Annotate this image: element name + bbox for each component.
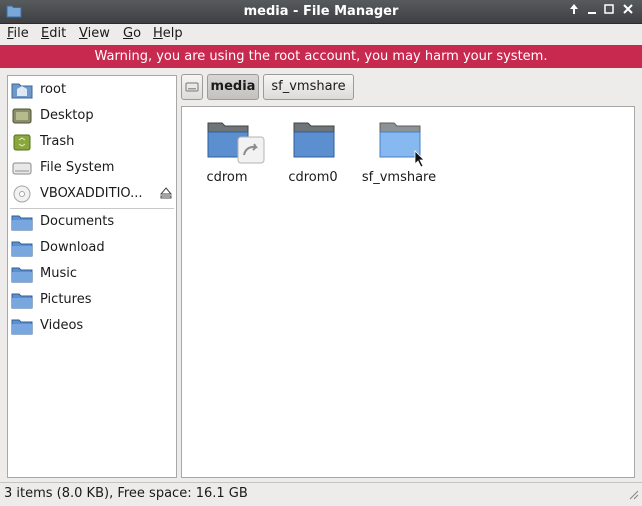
drive-icon xyxy=(11,159,33,181)
sidebar-item-vboxadditions[interactable]: VBOXADDITIO... xyxy=(8,181,176,207)
root-warning-banner: Warning, you are using the root account,… xyxy=(0,45,642,68)
drive-icon xyxy=(185,82,199,97)
menu-go[interactable]: Go xyxy=(123,26,141,41)
folder-icon xyxy=(11,291,33,313)
desktop-icon xyxy=(11,107,33,129)
status-text: 3 items (8.0 KB), Free space: 16.1 GB xyxy=(4,486,248,501)
file-item-sf-vmshare[interactable]: sf_vmshare xyxy=(356,119,442,189)
optical-disc-icon xyxy=(11,185,33,207)
sidebar-item-filesystem[interactable]: File System xyxy=(8,155,176,181)
folder-icon xyxy=(292,119,352,169)
menu-view[interactable]: View xyxy=(79,26,110,41)
resize-grip-icon[interactable] xyxy=(627,488,639,504)
sidebar-item-documents[interactable]: Documents xyxy=(8,209,176,235)
sidebar-item-trash[interactable]: Trash xyxy=(8,129,176,155)
folder-icon xyxy=(11,239,33,261)
sidebar[interactable]: root Desktop Trash File System VBOXADDIT… xyxy=(7,75,177,478)
sidebar-item-download[interactable]: Download xyxy=(8,235,176,261)
window-title: media - File Manager xyxy=(243,4,399,19)
sidebar-item-pictures[interactable]: Pictures xyxy=(8,287,176,313)
maximize-button[interactable] xyxy=(601,3,617,19)
sidebar-item-music[interactable]: Music xyxy=(8,261,176,287)
minimize-button[interactable] xyxy=(584,3,600,19)
title-bar[interactable]: media - File Manager xyxy=(0,0,642,24)
folder-icon xyxy=(378,119,438,169)
trash-icon xyxy=(11,133,33,155)
home-folder-icon xyxy=(11,81,33,103)
sidebar-item-desktop[interactable]: Desktop xyxy=(8,103,176,129)
mouse-pointer-icon xyxy=(414,150,426,172)
eject-icon[interactable] xyxy=(159,187,173,203)
menu-edit[interactable]: Edit xyxy=(41,26,66,41)
path-root-button[interactable] xyxy=(181,74,203,100)
folder-link-icon xyxy=(206,119,266,169)
status-bar: 3 items (8.0 KB), Free space: 16.1 GB xyxy=(0,482,642,506)
close-button[interactable] xyxy=(620,3,636,19)
menu-help[interactable]: Help xyxy=(153,26,183,41)
window-up-button[interactable] xyxy=(566,3,582,19)
folder-icon xyxy=(11,317,33,339)
path-sf-vmshare-button[interactable]: sf_vmshare xyxy=(263,74,354,100)
folder-icon xyxy=(11,265,33,287)
file-item-cdrom[interactable]: cdrom xyxy=(184,119,270,189)
file-item-cdrom0[interactable]: cdrom0 xyxy=(270,119,356,189)
file-view[interactable]: cdrom cdrom0 sf_vmshare xyxy=(181,106,635,478)
menu-bar: File Edit View Go Help xyxy=(0,24,642,45)
sidebar-item-root[interactable]: root xyxy=(8,77,176,103)
folder-icon xyxy=(11,213,33,235)
path-media-button[interactable]: media xyxy=(207,74,259,100)
sidebar-item-videos[interactable]: Videos xyxy=(8,313,176,339)
menu-file[interactable]: File xyxy=(7,26,29,41)
